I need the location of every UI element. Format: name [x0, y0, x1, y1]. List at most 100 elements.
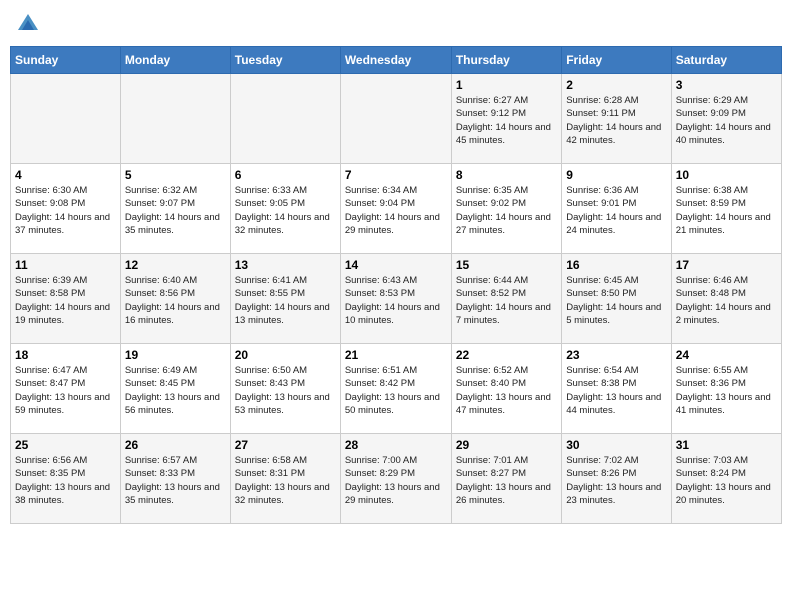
day-info: Sunrise: 6:27 AM Sunset: 9:12 PM Dayligh…	[456, 94, 557, 147]
day-cell	[340, 74, 451, 164]
day-number: 19	[125, 348, 226, 362]
day-cell: 1Sunrise: 6:27 AM Sunset: 9:12 PM Daylig…	[451, 74, 561, 164]
day-cell: 27Sunrise: 6:58 AM Sunset: 8:31 PM Dayli…	[230, 434, 340, 524]
day-cell: 29 Sunrise: 7:01 AM Sunset: 8:27 PM Dayli…	[451, 434, 561, 524]
day-header-monday: Monday	[120, 47, 230, 74]
day-number: 6	[235, 168, 336, 182]
day-cell: 17 Sunrise: 6:46 AM Sunset: 8:48 PM Dayli…	[671, 254, 781, 344]
day-number: 17	[676, 258, 777, 272]
day-number: 4	[15, 168, 116, 182]
day-number: 24	[676, 348, 777, 362]
day-cell: 15 Sunrise: 6:44 AM Sunset: 8:52 PM Dayli…	[451, 254, 561, 344]
day-info: Sunrise: 7:03 AM Sunset: 8:24 PM Dayligh…	[676, 454, 777, 507]
day-header-tuesday: Tuesday	[230, 47, 340, 74]
day-cell: 25 Sunrise: 6:56 AM Sunset: 8:35 PM Dayli…	[11, 434, 121, 524]
day-cell: 8Sunrise: 6:35 AM Sunset: 9:02 PM Daylig…	[451, 164, 561, 254]
day-number: 2	[566, 78, 666, 92]
day-number: 15	[456, 258, 557, 272]
day-info: Sunrise: 6:51 AM Sunset: 8:42 PM Dayligh…	[345, 364, 447, 417]
day-info: Sunrise: 6:30 AM Sunset: 9:08 PM Dayligh…	[15, 184, 116, 237]
day-cell: 13 Sunrise: 6:41 AM Sunset: 8:55 PM Dayli…	[230, 254, 340, 344]
day-info: Sunrise: 6:43 AM Sunset: 8:53 PM Dayligh…	[345, 274, 447, 327]
day-cell	[11, 74, 121, 164]
day-info: Sunrise: 6:50 AM Sunset: 8:43 PM Dayligh…	[235, 364, 336, 417]
logo-icon	[14, 10, 42, 38]
day-info: Sunrise: 7:01 AM Sunset: 8:27 PM Dayligh…	[456, 454, 557, 507]
day-cell: 7Sunrise: 6:34 AM Sunset: 9:04 PM Daylig…	[340, 164, 451, 254]
day-info: Sunrise: 6:49 AM Sunset: 8:45 PM Dayligh…	[125, 364, 226, 417]
day-info: Sunrise: 6:41 AM Sunset: 8:55 PM Dayligh…	[235, 274, 336, 327]
day-number: 25	[15, 438, 116, 452]
day-info: Sunrise: 6:44 AM Sunset: 8:52 PM Dayligh…	[456, 274, 557, 327]
day-number: 27	[235, 438, 336, 452]
day-cell: 28 Sunrise: 7:00 AM Sunset: 8:29 PM Dayli…	[340, 434, 451, 524]
day-number: 21	[345, 348, 447, 362]
day-info: Sunrise: 7:00 AM Sunset: 8:29 PM Dayligh…	[345, 454, 447, 507]
week-row-2: 4 Sunrise: 6:30 AM Sunset: 9:08 PM Daylig…	[11, 164, 782, 254]
day-info: Sunrise: 6:46 AM Sunset: 8:48 PM Dayligh…	[676, 274, 777, 327]
day-cell: 5 Sunrise: 6:32 AM Sunset: 9:07 PM Daylig…	[120, 164, 230, 254]
day-info: Sunrise: 6:57 AM Sunset: 8:33 PM Dayligh…	[125, 454, 226, 507]
day-number: 20	[235, 348, 336, 362]
day-cell: 24 Sunrise: 6:55 AM Sunset: 8:36 PM Dayli…	[671, 344, 781, 434]
day-header-sunday: Sunday	[11, 47, 121, 74]
day-info: Sunrise: 7:02 AM Sunset: 8:26 PM Dayligh…	[566, 454, 666, 507]
day-cell: 4 Sunrise: 6:30 AM Sunset: 9:08 PM Daylig…	[11, 164, 121, 254]
day-header-friday: Friday	[562, 47, 671, 74]
day-number: 9	[566, 168, 666, 182]
week-row-4: 18Sunrise: 6:47 AM Sunset: 8:47 PM Dayli…	[11, 344, 782, 434]
calendar-table: SundayMondayTuesdayWednesdayThursdayFrid…	[10, 46, 782, 524]
day-info: Sunrise: 6:39 AM Sunset: 8:58 PM Dayligh…	[15, 274, 116, 327]
day-cell: 31 Sunrise: 7:03 AM Sunset: 8:24 PM Dayli…	[671, 434, 781, 524]
day-cell: 11Sunrise: 6:39 AM Sunset: 8:58 PM Dayli…	[11, 254, 121, 344]
week-row-3: 11Sunrise: 6:39 AM Sunset: 8:58 PM Dayli…	[11, 254, 782, 344]
day-info: Sunrise: 6:45 AM Sunset: 8:50 PM Dayligh…	[566, 274, 666, 327]
day-cell: 19 Sunrise: 6:49 AM Sunset: 8:45 PM Dayli…	[120, 344, 230, 434]
day-cell	[230, 74, 340, 164]
day-info: Sunrise: 6:28 AM Sunset: 9:11 PM Dayligh…	[566, 94, 666, 147]
day-cell: 30 Sunrise: 7:02 AM Sunset: 8:26 PM Dayli…	[562, 434, 671, 524]
day-info: Sunrise: 6:29 AM Sunset: 9:09 PM Dayligh…	[676, 94, 777, 147]
week-row-5: 25 Sunrise: 6:56 AM Sunset: 8:35 PM Dayli…	[11, 434, 782, 524]
day-info: Sunrise: 6:55 AM Sunset: 8:36 PM Dayligh…	[676, 364, 777, 417]
day-cell: 20 Sunrise: 6:50 AM Sunset: 8:43 PM Dayli…	[230, 344, 340, 434]
day-cell: 16 Sunrise: 6:45 AM Sunset: 8:50 PM Dayli…	[562, 254, 671, 344]
day-number: 28	[345, 438, 447, 452]
day-cell: 12 Sunrise: 6:40 AM Sunset: 8:56 PM Dayli…	[120, 254, 230, 344]
day-info: Sunrise: 6:38 AM Sunset: 8:59 PM Dayligh…	[676, 184, 777, 237]
day-number: 31	[676, 438, 777, 452]
page-header	[10, 10, 782, 38]
week-row-1: 1Sunrise: 6:27 AM Sunset: 9:12 PM Daylig…	[11, 74, 782, 164]
day-number: 12	[125, 258, 226, 272]
day-info: Sunrise: 6:32 AM Sunset: 9:07 PM Dayligh…	[125, 184, 226, 237]
logo	[14, 10, 44, 38]
day-number: 30	[566, 438, 666, 452]
day-header-saturday: Saturday	[671, 47, 781, 74]
day-info: Sunrise: 6:35 AM Sunset: 9:02 PM Dayligh…	[456, 184, 557, 237]
day-info: Sunrise: 6:52 AM Sunset: 8:40 PM Dayligh…	[456, 364, 557, 417]
day-number: 5	[125, 168, 226, 182]
day-number: 16	[566, 258, 666, 272]
day-info: Sunrise: 6:56 AM Sunset: 8:35 PM Dayligh…	[15, 454, 116, 507]
day-number: 14	[345, 258, 447, 272]
day-info: Sunrise: 6:36 AM Sunset: 9:01 PM Dayligh…	[566, 184, 666, 237]
day-number: 10	[676, 168, 777, 182]
day-number: 7	[345, 168, 447, 182]
day-cell: 23Sunrise: 6:54 AM Sunset: 8:38 PM Dayli…	[562, 344, 671, 434]
day-number: 13	[235, 258, 336, 272]
day-cell	[120, 74, 230, 164]
day-header-wednesday: Wednesday	[340, 47, 451, 74]
day-info: Sunrise: 6:40 AM Sunset: 8:56 PM Dayligh…	[125, 274, 226, 327]
day-cell: 14 Sunrise: 6:43 AM Sunset: 8:53 PM Dayli…	[340, 254, 451, 344]
day-number: 29	[456, 438, 557, 452]
day-cell: 26 Sunrise: 6:57 AM Sunset: 8:33 PM Dayli…	[120, 434, 230, 524]
day-cell: 3Sunrise: 6:29 AM Sunset: 9:09 PM Daylig…	[671, 74, 781, 164]
day-header-row: SundayMondayTuesdayWednesdayThursdayFrid…	[11, 47, 782, 74]
day-cell: 22Sunrise: 6:52 AM Sunset: 8:40 PM Dayli…	[451, 344, 561, 434]
day-cell: 18Sunrise: 6:47 AM Sunset: 8:47 PM Dayli…	[11, 344, 121, 434]
day-cell: 21 Sunrise: 6:51 AM Sunset: 8:42 PM Dayli…	[340, 344, 451, 434]
day-info: Sunrise: 6:47 AM Sunset: 8:47 PM Dayligh…	[15, 364, 116, 417]
day-number: 26	[125, 438, 226, 452]
day-cell: 6Sunrise: 6:33 AM Sunset: 9:05 PM Daylig…	[230, 164, 340, 254]
day-header-thursday: Thursday	[451, 47, 561, 74]
